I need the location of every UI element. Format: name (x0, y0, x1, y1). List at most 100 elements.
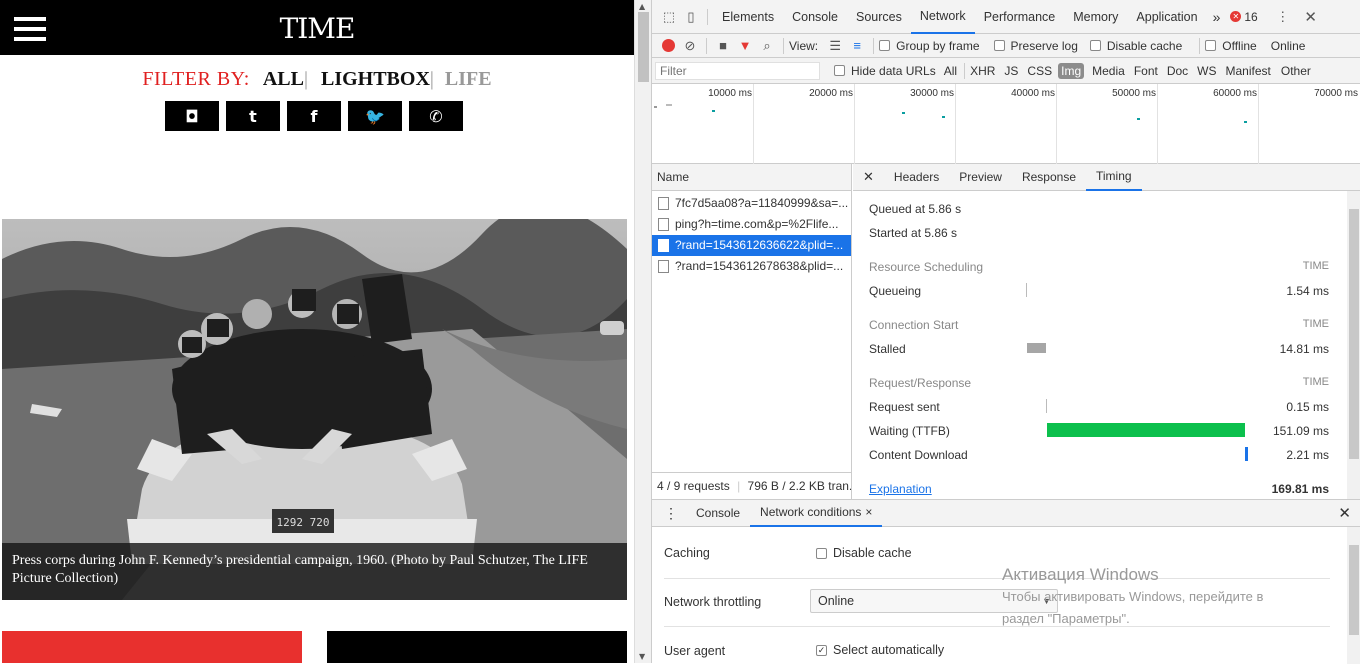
whatsapp-icon[interactable]: ✆ (409, 101, 463, 131)
filter-all[interactable]: ALL (263, 68, 304, 90)
tab-elements[interactable]: Elements (713, 0, 783, 34)
filter-life[interactable]: LIFE (445, 68, 492, 90)
name-column-header[interactable]: Name (652, 164, 851, 191)
tab-preview[interactable]: Preview (949, 164, 1012, 191)
type-filter-media[interactable]: Media (1092, 64, 1125, 78)
type-filter-js[interactable]: JS (1004, 64, 1018, 78)
type-filter-ws[interactable]: WS (1197, 64, 1216, 78)
close-drawer-icon[interactable]: ✕ (1338, 504, 1351, 522)
page-scrollbar[interactable]: ▲ ▼ (634, 0, 651, 663)
timing-label-waiting: Waiting (TTFB) (869, 424, 950, 438)
drawer-tab-network-conditions[interactable]: Network conditions × (750, 500, 883, 527)
throttling-label: Network throttling (664, 595, 762, 609)
hide-data-urls-checkbox[interactable] (834, 65, 845, 76)
error-counter[interactable]: ✕ 16 (1230, 10, 1258, 24)
request-row[interactable]: 7fc7d5aa08?a=11840999&sa=... (652, 193, 851, 214)
drawer-tab-console[interactable]: Console (686, 500, 750, 527)
close-tab-icon[interactable]: × (865, 505, 872, 519)
type-filter-other[interactable]: Other (1281, 64, 1311, 78)
featured-photo[interactable]: 1292 720 Press corps during John F. Kenn… (2, 219, 627, 600)
timing-value-content-download: 2.21 ms (1286, 448, 1329, 462)
nc-disable-cache-checkbox[interactable] (816, 547, 827, 559)
type-filter-xhr[interactable]: XHR (970, 64, 995, 78)
disable-cache-label: Disable cache (1106, 38, 1183, 53)
filter-icon[interactable]: ▼ (734, 36, 756, 56)
promo-block-black[interactable] (327, 631, 627, 663)
type-filter-doc[interactable]: Doc (1167, 64, 1188, 78)
scroll-down-arrow-icon[interactable]: ▼ (639, 652, 645, 661)
kebab-menu-icon[interactable]: ⋮ (1272, 7, 1294, 27)
overview-tick: 50000 ms (1112, 88, 1156, 99)
request-row[interactable]: ping?h=time.com&p=%2Flife... (652, 214, 851, 235)
disable-cache-checkbox[interactable] (1089, 40, 1101, 51)
tab-timing[interactable]: Timing (1086, 164, 1142, 191)
overview-marker (902, 112, 905, 114)
tab-memory[interactable]: Memory (1064, 0, 1127, 34)
site-logo[interactable]: TIME (0, 12, 634, 45)
record-icon[interactable] (657, 36, 679, 56)
explanation-link[interactable]: Explanation (869, 482, 932, 496)
capture-screenshots-icon[interactable]: ■ (712, 36, 734, 56)
overview-tick: 20000 ms (809, 88, 853, 99)
file-icon (658, 239, 669, 252)
waterfall-icon[interactable]: ≡ (846, 36, 868, 56)
drawer-scrollbar[interactable] (1347, 527, 1360, 664)
tab-response[interactable]: Response (1012, 164, 1086, 191)
close-devtools-icon[interactable]: ✕ (1300, 7, 1322, 27)
filter-input[interactable] (655, 61, 820, 80)
overview-tick: 10000 ms (708, 88, 752, 99)
type-filter-manifest[interactable]: Manifest (1226, 64, 1271, 78)
timing-label-request-sent: Request sent (869, 400, 940, 414)
large-rows-icon[interactable]: ☰ (824, 36, 846, 56)
throttling-select[interactable]: Online (1271, 39, 1306, 53)
scroll-up-arrow-icon[interactable]: ▲ (639, 2, 645, 11)
select-automatically-checkbox[interactable]: ✓ (816, 644, 827, 656)
facebook-icon[interactable]: f (287, 101, 341, 131)
tab-performance[interactable]: Performance (975, 0, 1065, 34)
throttling-dropdown[interactable]: Online ▼ (810, 589, 1058, 613)
network-overview[interactable]: 10000 ms 20000 ms 30000 ms 40000 ms 5000… (652, 84, 1360, 164)
tab-headers[interactable]: Headers (884, 164, 949, 191)
preserve-log-checkbox[interactable] (993, 40, 1005, 51)
inspect-element-icon[interactable]: ⬚ (658, 7, 680, 27)
request-detail: ✕ Headers Preview Response Timing Queued… (853, 164, 1360, 499)
type-filter-all[interactable]: All (944, 64, 957, 78)
file-icon (658, 218, 669, 231)
queued-at: Queued at 5.86 s (869, 202, 962, 216)
search-icon[interactable]: ⌕ (756, 36, 778, 56)
tumblr-icon[interactable]: t (226, 101, 280, 131)
clear-icon[interactable]: ⊘ (679, 36, 701, 56)
twitter-icon[interactable]: 🐦 (348, 101, 402, 131)
drawer-menu-icon[interactable]: ⋮ (652, 500, 686, 527)
drawer-tabbar: ⋮ Console Network conditions × ✕ (652, 500, 1360, 527)
tab-sources[interactable]: Sources (847, 0, 911, 34)
scrollbar-thumb[interactable] (1349, 209, 1359, 459)
type-filter-css[interactable]: CSS (1027, 64, 1052, 78)
timing-total: 169.81 ms (1271, 482, 1329, 496)
tab-application[interactable]: Application (1127, 0, 1206, 34)
timing-value-request-sent: 0.15 ms (1286, 400, 1329, 414)
timing-value-waiting: 151.09 ms (1272, 424, 1329, 438)
tab-network[interactable]: Network (910, 0, 975, 34)
svg-text:1292 720: 1292 720 (277, 516, 330, 529)
offline-checkbox[interactable] (1205, 40, 1217, 51)
overview-marker (1137, 118, 1140, 120)
tab-console[interactable]: Console (783, 0, 847, 34)
detail-scrollbar[interactable] (1347, 191, 1360, 499)
close-detail-icon[interactable]: ✕ (853, 164, 884, 191)
time-column-label: TIME (1302, 376, 1329, 388)
request-row-selected[interactable]: ?rand=1543612636622&plid=... (652, 235, 851, 256)
device-toolbar-icon[interactable]: ▯ (680, 7, 702, 27)
scrollbar-thumb[interactable] (638, 12, 649, 82)
time-column-label: TIME (1302, 318, 1329, 330)
file-icon (658, 197, 669, 210)
more-tabs-button[interactable]: » (1207, 0, 1227, 34)
scrollbar-thumb[interactable] (1349, 545, 1359, 635)
promo-block-red[interactable] (2, 631, 302, 663)
group-by-frame-checkbox[interactable] (879, 40, 891, 51)
instagram-icon[interactable]: ◘ (165, 101, 219, 131)
filter-lightbox[interactable]: LIGHTBOX (321, 68, 430, 90)
type-filter-font[interactable]: Font (1134, 64, 1158, 78)
type-filter-img[interactable]: Img (1058, 62, 1085, 79)
request-row[interactable]: ?rand=1543612678638&plid=... (652, 256, 851, 277)
